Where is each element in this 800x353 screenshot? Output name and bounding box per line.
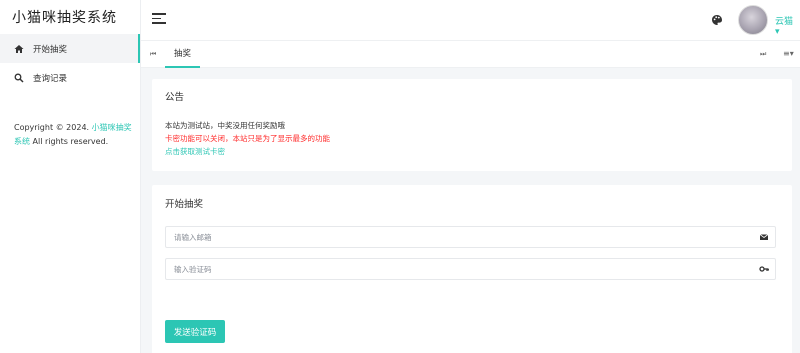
sidebar-item-start-lottery[interactable]: 开始抽奖 (0, 34, 140, 63)
tab-scroll-right-icon[interactable]: ⏭ (760, 50, 766, 59)
tab-menu-icon[interactable]: ≡▾ (783, 49, 794, 58)
notice-line-2: 卡密功能可以关闭，本站只是为了显示最多的功能 (165, 134, 330, 143)
notice-line-1: 本站为测试站，中奖没用任何奖励哦 (165, 121, 285, 130)
copyright: Copyright © 2024. 小猫咪抽奖系统 All rights res… (14, 121, 134, 149)
email-field (165, 226, 776, 248)
sidebar-item-label: 开始抽奖 (33, 44, 68, 55)
menu-toggle-icon[interactable] (152, 13, 166, 25)
sidebar: 小猫咪抽奖系统 开始抽奖 查询记录 Copyright © 2024. 小猫咪抽… (0, 0, 141, 353)
get-test-card-link[interactable]: 点击获取测试卡密 (165, 146, 225, 157)
tab-scroll-left-icon[interactable]: ⏮ (150, 50, 156, 59)
app-logo[interactable]: 小猫咪抽奖系统 (0, 0, 140, 34)
email-input[interactable] (166, 227, 746, 247)
palette-icon[interactable] (711, 14, 723, 26)
username-label: 云猫 (775, 17, 794, 27)
sidebar-item-query-records[interactable]: 查询记录 (0, 63, 140, 92)
tab-lottery[interactable]: 抽奖 (165, 41, 201, 68)
verification-code-input[interactable] (166, 259, 746, 279)
tabs-bar: ⏮ 抽奖 ⏭ ≡▾ (141, 40, 800, 68)
copyright-prefix: Copyright © 2024. (14, 123, 92, 132)
chevron-down-icon: ▾ (775, 27, 780, 37)
notice-card: 公告 本站为测试站，中奖没用任何奖励哦 卡密功能可以关闭，本站只是为了显示最多的… (152, 79, 792, 171)
lottery-card: 开始抽奖 发送验证码 (152, 185, 792, 353)
top-header: 云猫 ▾ (141, 0, 800, 40)
user-menu[interactable]: 云猫 ▾ (775, 14, 800, 37)
key-icon (759, 264, 769, 274)
search-icon (13, 72, 25, 84)
sidebar-item-label: 查询记录 (33, 73, 68, 84)
copyright-suffix: All rights reserved. (30, 137, 109, 146)
notice-title: 公告 (165, 92, 185, 103)
verification-code-field (165, 258, 776, 280)
avatar[interactable] (738, 5, 768, 35)
home-icon (13, 43, 25, 55)
send-verification-code-button[interactable]: 发送验证码 (165, 320, 225, 343)
lottery-title: 开始抽奖 (165, 199, 204, 210)
envelope-icon (759, 232, 769, 242)
